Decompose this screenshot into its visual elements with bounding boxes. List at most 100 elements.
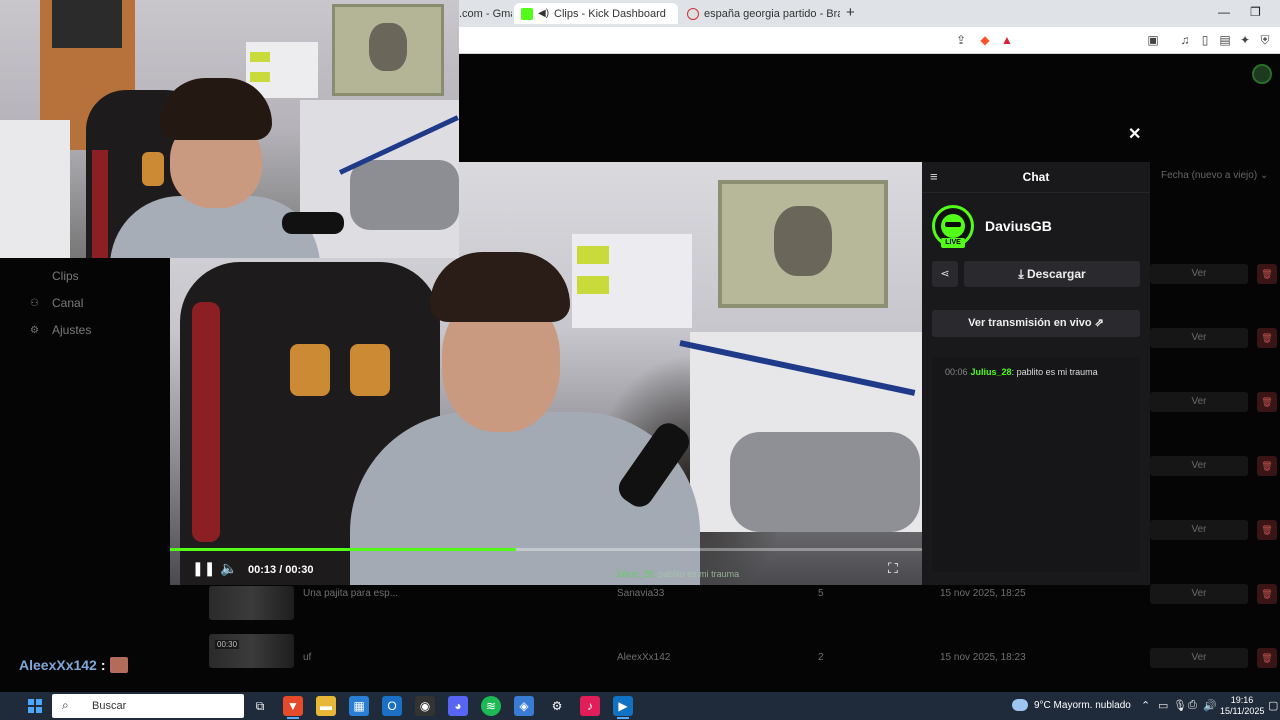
notification-icon[interactable]: ▢ (1268, 699, 1278, 712)
share-button[interactable]: ⋖ (932, 261, 958, 287)
discord-icon[interactable]: ◕ (448, 696, 468, 716)
close-icon[interactable]: ✕ (677, 7, 678, 21)
leo-ai-icon[interactable]: ✦ (1238, 33, 1252, 47)
delete-icon[interactable]: 🗑 (1257, 264, 1277, 284)
tab-label: españa georgia partido - Brave Search (704, 7, 840, 20)
delete-icon[interactable]: 🗑 (1257, 648, 1277, 668)
tab-gmail[interactable]: .com - Gmail (452, 3, 512, 24)
chat-panel: ≡ Chat LIVE DaviusGB ⋖ ⤓ Descargar Ver t… (922, 162, 1150, 585)
chat-messages: 00:06 Julius_28: pablito es mi trauma (932, 357, 1140, 572)
search-placeholder: Buscar (92, 700, 127, 712)
network-icon[interactable]: ⎙ (1188, 699, 1197, 712)
tab-kick-dashboard[interactable]: ◀) Clips - Kick Dashboard ✕ (514, 3, 678, 24)
split-view-icon[interactable]: ▯ (1198, 33, 1212, 47)
app-icon[interactable]: ◈ (514, 696, 534, 716)
extension-icon[interactable] (1252, 64, 1272, 84)
clip-author: AleexXx142 (617, 652, 671, 663)
live-badge: LIVE (941, 238, 965, 248)
obs-icon[interactable]: ◉ (415, 696, 435, 716)
view-clip-button[interactable]: Ver (1150, 520, 1248, 540)
watch-live-button[interactable]: Ver transmisión en vivo ⇗ (932, 310, 1140, 337)
spotify-icon[interactable]: ≋ (481, 696, 501, 716)
clip-author: Sanavia33 (617, 588, 665, 599)
clip-title[interactable]: uf (303, 652, 311, 663)
task-view-icon[interactable]: ⧉ (250, 696, 270, 716)
progress-bar[interactable] (170, 548, 922, 551)
speaker-icon: ◀) (538, 8, 550, 19)
pause-button[interactable]: ❚❚ (192, 560, 215, 577)
view-clip-button[interactable]: Ver (1150, 328, 1248, 348)
sidebar-item-ajustes[interactable]: ⚙ Ajustes (30, 323, 91, 337)
view-clip-button[interactable]: Ver (1150, 392, 1248, 412)
file-explorer-icon[interactable]: ▬ (316, 696, 336, 716)
weather-widget[interactable]: 9°C Mayorm. nublado (1012, 699, 1131, 711)
delete-icon[interactable]: 🗑 (1257, 328, 1277, 348)
clip-thumbnail[interactable]: 00:30 (209, 634, 294, 668)
tiktok-icon[interactable]: ♪ (580, 696, 600, 716)
clip-duration: 00:30 (215, 640, 240, 649)
new-tab-button[interactable]: + (846, 4, 855, 21)
store-icon[interactable]: ▦ (349, 696, 369, 716)
video-chat-overlay: Julius_28: pablito es mi trauma (615, 569, 740, 579)
clock-time: 19:16 (1230, 695, 1254, 705)
chat-header: ≡ Chat (922, 162, 1150, 193)
taskbar-search[interactable]: ⌕ Buscar (52, 694, 244, 718)
microphone-icon[interactable]: 🎙 (1173, 699, 1187, 712)
clip-views: 5 (818, 588, 824, 599)
video-frame-blanket (730, 432, 920, 532)
tab-label: .com - Gmail (459, 7, 512, 20)
clip-title[interactable]: Una pajita para esp... (303, 588, 398, 599)
delete-icon[interactable]: 🗑 (1257, 392, 1277, 412)
delete-icon[interactable]: 🗑 (1257, 584, 1277, 604)
share-icon[interactable]: ⇪ (954, 33, 968, 47)
stream-viewer-tag: AleexXx142 : (19, 657, 128, 673)
chat-message-user[interactable]: Julius_28 (971, 367, 1012, 377)
media-icon[interactable]: ♫ (1178, 33, 1192, 47)
sidebar-toggle-icon[interactable]: ▣ (1146, 33, 1160, 47)
taskbar-clock[interactable]: 19:16 15/11/2025 (1220, 695, 1264, 717)
view-clip-button[interactable]: Ver (1150, 648, 1248, 668)
viewer-name: AleexXx142 (19, 657, 97, 673)
sidebar-item-clips[interactable]: Clips (30, 269, 79, 283)
maximize-button[interactable]: ❐ (1250, 5, 1261, 19)
close-modal-button[interactable]: ✕ (1128, 124, 1141, 144)
kick-icon (521, 7, 533, 20)
tab-label: Clips - Kick Dashboard (554, 7, 666, 20)
sort-dropdown[interactable]: Fecha (nuevo a viejo) ⌄ (1161, 170, 1268, 181)
watch-live-label: Ver transmisión en vivo (968, 317, 1092, 329)
brave-browser-icon[interactable]: ▼ (283, 696, 303, 719)
wallet-icon[interactable]: ▤ (1218, 33, 1232, 47)
brave-rewards-icon[interactable]: ▲ (1000, 33, 1014, 47)
viewer-colon: : (100, 657, 106, 673)
fullscreen-icon[interactable]: ⛶ (888, 560, 898, 577)
delete-icon[interactable]: 🗑 (1257, 456, 1277, 476)
view-clip-button[interactable]: Ver (1150, 264, 1248, 284)
people-icon: ⚇ (30, 297, 39, 309)
view-clip-button[interactable]: Ver (1150, 584, 1248, 604)
download-button[interactable]: ⤓ Descargar (964, 261, 1140, 287)
sidebar-item-canal[interactable]: ⚇ Canal (30, 296, 83, 310)
brave-shields-icon[interactable]: ◆ (978, 33, 992, 47)
weather-text: 9°C Mayorm. nublado (1034, 699, 1131, 711)
settings-gear-icon[interactable]: ⚙ (547, 696, 567, 716)
outlook-icon[interactable]: O (382, 696, 402, 716)
video-frame-streamer (350, 252, 700, 585)
vpn-icon[interactable]: ⛨ (1258, 33, 1272, 47)
minimize-button[interactable]: — (1218, 5, 1230, 19)
delete-icon[interactable]: 🗑 (1257, 520, 1277, 540)
media-player-icon[interactable]: ▶ (613, 696, 633, 719)
tab-brave-search[interactable]: españa georgia partido - Brave Search (680, 3, 840, 24)
volume-icon[interactable]: 🔈 (220, 560, 237, 577)
volume-tray-icon[interactable]: 🔊 (1203, 699, 1217, 712)
view-clip-button[interactable]: Ver (1150, 456, 1248, 476)
chevron-down-icon: ⌄ (1259, 170, 1269, 181)
clip-date: 15 nov 2025, 18:25 (940, 588, 1026, 599)
network-drive-icon[interactable]: ▭ (1158, 699, 1168, 712)
brave-search-icon (687, 7, 699, 20)
chevron-up-icon[interactable]: ⌃ (1141, 699, 1150, 712)
streamer-name[interactable]: DaviusGB (985, 218, 1052, 234)
sort-label: Fecha (nuevo a viejo) (1161, 170, 1258, 181)
sidebar-item-label: Ajustes (52, 323, 92, 337)
clip-thumbnail[interactable] (209, 586, 294, 620)
windows-start-icon[interactable] (28, 699, 42, 713)
